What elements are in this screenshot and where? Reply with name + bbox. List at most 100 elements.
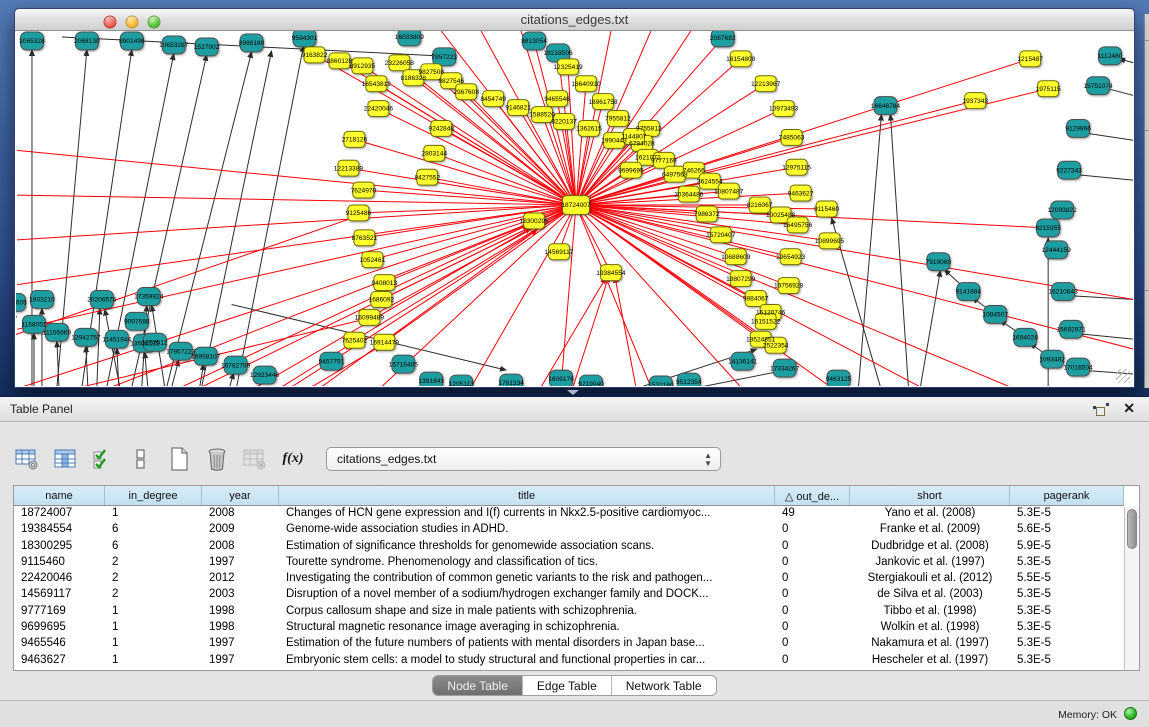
scrollbar-thumb[interactable] bbox=[1127, 509, 1137, 549]
graph-edge[interactable] bbox=[167, 52, 252, 386]
cell-title[interactable]: Changes of HCN gene expression and I(f) … bbox=[279, 506, 775, 522]
cell-title[interactable]: Structural magnetic resonance image aver… bbox=[279, 620, 775, 636]
cell-title[interactable]: Corpus callosum shape and size in male p… bbox=[279, 604, 775, 620]
cell-pagerank[interactable]: 5.5E-5 bbox=[1010, 571, 1124, 587]
column-header-short[interactable]: short bbox=[850, 486, 1010, 505]
tab-network-table[interactable]: Network Table bbox=[612, 676, 716, 695]
cell-in_degree[interactable]: 2 bbox=[105, 587, 202, 603]
graph-edge[interactable] bbox=[573, 276, 609, 386]
cell-short[interactable]: Dudbridge et al. (2008) bbox=[850, 539, 1010, 555]
delete-table-trash-icon[interactable] bbox=[204, 446, 230, 472]
cell-short[interactable]: Wolkin et al. (1998) bbox=[850, 620, 1010, 636]
cell-name[interactable]: 9463627 bbox=[14, 653, 105, 669]
cell-short[interactable]: Tibbo et al. (1998) bbox=[850, 604, 1010, 620]
cell-year[interactable]: 1997 bbox=[202, 653, 279, 669]
table-tabset[interactable]: Node TableEdge TableNetwork Table bbox=[432, 675, 716, 696]
column-header-in_degree[interactable]: in_degree bbox=[105, 486, 202, 505]
column-header-out_de[interactable]: △ out_de... bbox=[775, 486, 850, 505]
column-header-name[interactable]: name bbox=[14, 486, 105, 505]
cell-name[interactable]: 18300295 bbox=[14, 539, 105, 555]
cell-short[interactable]: Jankovic et al. (1997) bbox=[850, 555, 1010, 571]
cell-pagerank[interactable]: 5.3E-5 bbox=[1010, 555, 1124, 571]
column-header-title[interactable]: title bbox=[279, 486, 775, 505]
cell-title[interactable]: Estimation of the future numbers of pati… bbox=[279, 636, 775, 652]
table-source-select[interactable]: citations_edges.txt ▲▼ bbox=[326, 447, 721, 471]
cell-pagerank[interactable]: 5.3E-5 bbox=[1010, 587, 1124, 603]
cell-out_de[interactable]: 0 bbox=[775, 653, 850, 669]
graph-edge[interactable] bbox=[82, 319, 364, 386]
graph-edge[interactable] bbox=[541, 278, 606, 386]
network-view-window[interactable]: citations_edges.txt 1065328206 bbox=[14, 8, 1135, 388]
cell-out_de[interactable]: 0 bbox=[775, 604, 850, 620]
network-canvas-area[interactable]: 1065328206813089014981065328715270028986… bbox=[16, 31, 1133, 386]
cell-in_degree[interactable]: 2 bbox=[105, 571, 202, 587]
cell-in_degree[interactable]: 1 bbox=[105, 636, 202, 652]
cell-short[interactable]: Franke et al. (2009) bbox=[850, 522, 1010, 538]
cell-year[interactable]: 1998 bbox=[202, 620, 279, 636]
graph-edge[interactable] bbox=[17, 205, 576, 285]
cell-year[interactable]: 2008 bbox=[202, 539, 279, 555]
table-settings-icon[interactable] bbox=[14, 446, 40, 472]
table-row[interactable]: 1830029562008Estimation of significance … bbox=[14, 539, 1124, 555]
graph-edge[interactable] bbox=[230, 373, 234, 386]
cell-name[interactable]: 9699695 bbox=[14, 620, 105, 636]
table-row[interactable]: 1872400712008Changes of HCN gene express… bbox=[14, 506, 1124, 522]
table-body[interactable]: 1872400712008Changes of HCN gene express… bbox=[14, 506, 1124, 669]
cell-name[interactable]: 22420046 bbox=[14, 571, 105, 587]
cell-pagerank[interactable]: 5.3E-5 bbox=[1010, 506, 1124, 522]
cell-year[interactable]: 2012 bbox=[202, 571, 279, 587]
graph-edge[interactable] bbox=[701, 371, 781, 386]
cell-in_degree[interactable]: 1 bbox=[105, 604, 202, 620]
cell-year[interactable]: 1997 bbox=[202, 555, 279, 571]
table-row[interactable]: 946554611997Estimation of the future num… bbox=[14, 636, 1124, 652]
cell-short[interactable]: de Silva et al. (2003) bbox=[850, 587, 1010, 603]
table-header-row[interactable]: namein_degreeyeartitle△ out_de...shortpa… bbox=[14, 486, 1124, 506]
rows-icon[interactable] bbox=[128, 446, 154, 472]
table-row[interactable]: 2242004622012Investigating the contribut… bbox=[14, 571, 1124, 587]
cell-out_de[interactable]: 0 bbox=[775, 571, 850, 587]
cell-title[interactable]: Estimation of significance thresholds fo… bbox=[279, 539, 775, 555]
function-builder-icon[interactable]: f(x) bbox=[280, 446, 306, 472]
graph-edge[interactable] bbox=[145, 352, 148, 386]
column-header-year[interactable]: year bbox=[202, 486, 279, 505]
cell-name[interactable]: 19384554 bbox=[14, 522, 105, 538]
cell-in_degree[interactable]: 1 bbox=[105, 506, 202, 522]
cell-year[interactable]: 1997 bbox=[202, 636, 279, 652]
graph-edge[interactable] bbox=[890, 115, 908, 386]
cell-title[interactable]: Embryonic stem cells: a model to study s… bbox=[279, 653, 775, 669]
cell-in_degree[interactable]: 6 bbox=[105, 539, 202, 555]
cell-pagerank[interactable]: 5.6E-5 bbox=[1010, 522, 1124, 538]
cell-short[interactable]: Hescheler et al. (1997) bbox=[850, 653, 1010, 669]
tab-edge-table[interactable]: Edge Table bbox=[523, 676, 612, 695]
cell-title[interactable]: Tourette syndrome. Phenomenology and cla… bbox=[279, 555, 775, 571]
cell-short[interactable]: Yano et al. (2008) bbox=[850, 506, 1010, 522]
new-table-icon[interactable] bbox=[166, 446, 192, 472]
table-row[interactable]: 969969511998Structural magnetic resonanc… bbox=[14, 620, 1124, 636]
table-row[interactable]: 1456911722003Disruption of a novel membe… bbox=[14, 587, 1124, 603]
cell-out_de[interactable]: 0 bbox=[775, 620, 850, 636]
split-pane-collapse-handle[interactable] bbox=[567, 390, 579, 395]
network-window-titlebar[interactable]: citations_edges.txt bbox=[15, 9, 1134, 31]
graph-edge[interactable] bbox=[434, 153, 576, 205]
select-columns-checklist-icon[interactable] bbox=[90, 446, 116, 472]
cell-short[interactable]: Stergiakouli et al. (2012) bbox=[850, 571, 1010, 587]
table-panel-titlebar[interactable]: Table Panel ✕ bbox=[0, 397, 1149, 422]
cell-name[interactable]: 9115460 bbox=[14, 555, 105, 571]
cell-out_de[interactable]: 0 bbox=[775, 636, 850, 652]
table-vertical-scrollbar[interactable] bbox=[1124, 507, 1139, 670]
graph-edge[interactable] bbox=[561, 205, 576, 386]
cell-name[interactable]: 18724007 bbox=[14, 506, 105, 522]
cell-name[interactable]: 9777169 bbox=[14, 604, 105, 620]
graph-edge[interactable] bbox=[384, 205, 576, 342]
cell-short[interactable]: Nakamura et al. (1997) bbox=[850, 636, 1010, 652]
cell-year[interactable]: 2009 bbox=[202, 522, 279, 538]
graph-edge[interactable] bbox=[615, 277, 636, 386]
cell-out_de[interactable]: 0 bbox=[775, 587, 850, 603]
cell-out_de[interactable]: 0 bbox=[775, 522, 850, 538]
cell-year[interactable]: 1998 bbox=[202, 604, 279, 620]
cell-pagerank[interactable]: 5.3E-5 bbox=[1010, 604, 1124, 620]
graph-edge[interactable] bbox=[17, 205, 576, 240]
cell-title[interactable]: Disruption of a novel member of a sodium… bbox=[279, 587, 775, 603]
graph-edge[interactable] bbox=[97, 308, 100, 386]
cell-name[interactable]: 9465546 bbox=[14, 636, 105, 652]
